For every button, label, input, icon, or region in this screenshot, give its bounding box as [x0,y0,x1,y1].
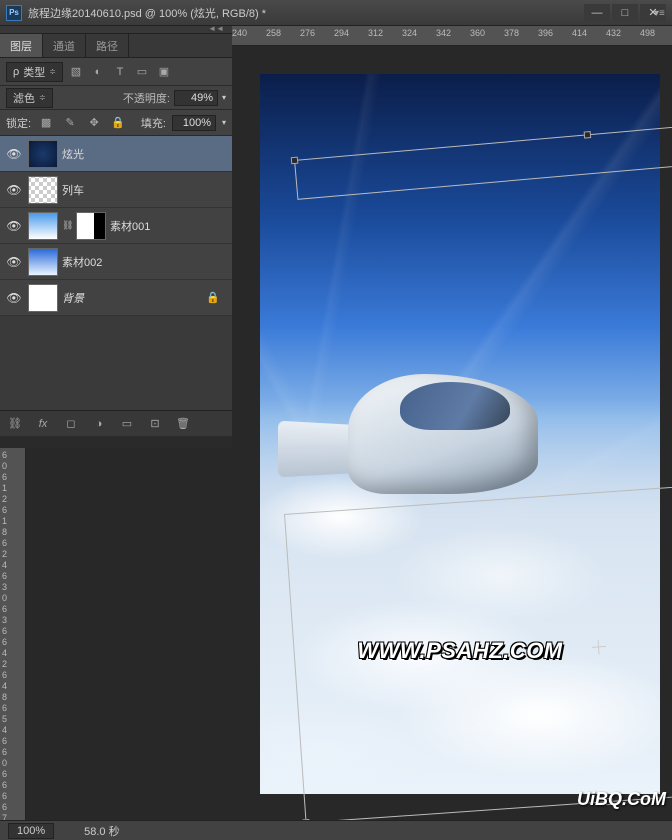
layers-panel: 图层 通道 路径 ▾≡ ρ 类型 ≑ ▧ ◐ T ▭ ▣ 滤色 [0,26,232,840]
layer-row[interactable]: 👁 背景 🔒 [0,280,232,316]
adjustment-layer-icon[interactable]: ◑ [90,415,108,433]
zoom-level[interactable]: 100% [8,823,54,839]
visibility-toggle[interactable]: 👁 [4,255,24,269]
filter-pixel-icon[interactable]: ▧ [67,63,85,81]
panel-divider[interactable] [0,436,232,448]
new-group-icon[interactable]: ▭ [118,415,136,433]
visibility-toggle[interactable]: 👁 [4,291,24,305]
mask-link-icon[interactable]: ⛓ [62,220,72,231]
status-bar: 100% 58.0 秒 [0,820,672,840]
layer-name[interactable]: 列车 [62,182,228,198]
photoshop-window: Ps 旅程边缘20140610.psd @ 100% (炫光, RGB/8) *… [0,0,672,840]
layer-mask-thumbnail[interactable] [76,212,106,240]
panel-collapse-icon[interactable] [0,26,232,34]
filter-adjust-icon[interactable]: ◐ [89,63,107,81]
layer-row[interactable]: 👁 ⛓ 素材001 [0,208,232,244]
layer-thumbnail[interactable] [28,176,58,204]
layer-name[interactable]: 素材001 [110,218,228,234]
lock-icon: 🔒 [206,291,220,304]
layer-fx-icon[interactable]: fx [34,415,52,433]
filter-type-icon[interactable]: T [111,63,129,81]
filter-shape-icon[interactable]: ▭ [133,63,151,81]
filter-kind-value: 类型 [23,64,45,80]
layer-name[interactable]: 背景 [62,290,202,306]
layers-list: 👁 炫光 👁 列车 👁 ⛓ 素材001 👁 [0,136,232,316]
filter-smart-icon[interactable]: ▣ [155,63,173,81]
fill-input[interactable]: 100% [172,115,216,131]
new-layer-icon[interactable]: ⊡ [146,415,164,433]
panel-tabs: 图层 通道 路径 ▾≡ [0,34,232,58]
filter-kind-dropdown[interactable]: ρ 类型 ≑ [6,62,63,82]
train-image [278,364,538,524]
chevron-down-icon[interactable]: ▾ [222,118,226,127]
timing-info: 58.0 秒 [84,823,119,839]
layer-filter-row: ρ 类型 ≑ ▧ ◐ T ▭ ▣ [0,58,232,86]
document-canvas[interactable]: WWW.PSAHZ.COM [260,74,660,794]
layer-thumbnail[interactable] [28,284,58,312]
panel-menu-icon[interactable]: ▾≡ [654,8,670,20]
brand-watermark: UiBQ.CoM [577,789,666,810]
layer-thumbnail[interactable] [28,248,58,276]
horizontal-ruler[interactable]: 2402582762943123243423603783964144324985… [232,26,672,46]
blend-mode-value: 滤色 [13,90,35,106]
delete-layer-icon[interactable]: 🗑 [174,415,192,433]
minimize-button[interactable]: — [584,4,610,22]
layer-row[interactable]: 👁 列车 [0,172,232,208]
tab-paths[interactable]: 路径 [86,34,129,57]
visibility-toggle[interactable]: 👁 [4,147,24,161]
app-logo: Ps [6,5,22,21]
opacity-input[interactable]: 49% [174,90,218,106]
layer-row[interactable]: 👁 炫光 [0,136,232,172]
chevron-down-icon: ≑ [39,93,46,102]
link-layers-icon[interactable]: ⛓ [6,415,24,433]
opacity-label: 不透明度: [123,90,170,106]
search-icon: ρ [13,66,19,78]
layer-name[interactable]: 炫光 [62,146,228,162]
watermark-text: WWW.PSAHZ.COM [357,638,562,664]
layers-panel-footer: ⛓ fx ◻ ◑ ▭ ⊡ 🗑 [0,410,232,436]
canvas-area[interactable]: WWW.PSAHZ.COM [232,46,672,840]
lock-label: 锁定: [6,115,31,131]
tab-layers[interactable]: 图层 [0,34,43,57]
chevron-down-icon: ≑ [49,67,56,76]
layer-thumbnail[interactable] [28,140,58,168]
lock-transparent-icon[interactable]: ▩ [37,114,55,132]
document-title: 旅程边缘20140610.psd @ 100% (炫光, RGB/8) * [28,5,266,21]
tab-channels[interactable]: 通道 [43,34,86,57]
lock-pixels-icon[interactable]: ✎ [61,114,79,132]
maximize-button[interactable]: □ [612,4,638,22]
lock-position-icon[interactable]: ✥ [85,114,103,132]
layer-name[interactable]: 素材002 [62,254,228,270]
layer-row[interactable]: 👁 素材002 [0,244,232,280]
chevron-down-icon[interactable]: ▾ [222,93,226,102]
blend-mode-dropdown[interactable]: 滤色 ≑ [6,88,53,108]
layer-thumbnail[interactable] [28,212,58,240]
fill-label: 填充: [141,115,166,131]
canvas-dark-area [26,448,232,840]
vertical-ruler[interactable]: 60612618624630636642648654660666672 [0,448,26,840]
visibility-toggle[interactable]: 👁 [4,219,24,233]
add-mask-icon[interactable]: ◻ [62,415,80,433]
titlebar[interactable]: Ps 旅程边缘20140610.psd @ 100% (炫光, RGB/8) *… [0,0,672,26]
lock-all-icon[interactable]: 🔒 [109,114,127,132]
layers-empty-area[interactable] [0,316,232,410]
visibility-toggle[interactable]: 👁 [4,183,24,197]
